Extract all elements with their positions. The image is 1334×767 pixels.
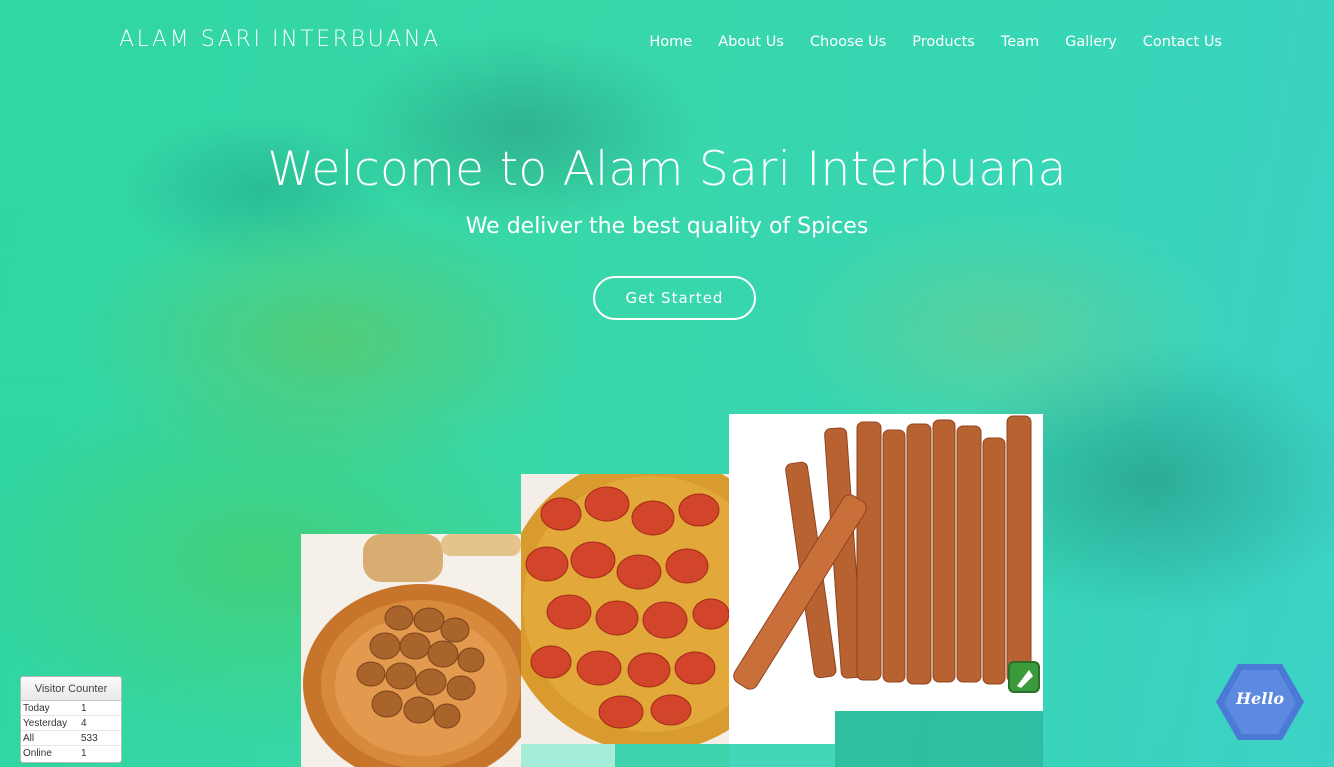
hello-label: Hello <box>1235 689 1285 708</box>
gallery-tile <box>835 711 1043 767</box>
hero-title: Welcome to Alam Sari Interbuana <box>267 142 1067 197</box>
visitor-counter-value: 1 <box>81 702 87 714</box>
nav-about-us[interactable]: About Us <box>718 34 784 50</box>
visitor-counter-row: All 533 <box>21 731 121 746</box>
mace-photo <box>521 474 729 744</box>
visitor-counter-widget: Visitor Counter Today 1 Yesterday 4 All … <box>20 676 122 763</box>
main-nav: Home About Us Choose Us Products Team Ga… <box>623 34 1222 50</box>
visitor-counter-row: Online 1 <box>21 746 121 761</box>
brand-logo-text[interactable]: ALAM SARI INTERBUANA <box>119 27 441 52</box>
nav-team[interactable]: Team <box>1001 34 1039 50</box>
gallery-tile <box>729 711 835 744</box>
visitor-counter-row: Today 1 <box>21 701 121 716</box>
nutmeg-photo <box>301 534 521 767</box>
visitor-counter-title: Visitor Counter <box>21 677 121 701</box>
gallery-tile <box>521 744 615 767</box>
get-started-button[interactable]: Get Started <box>593 276 756 320</box>
visitor-counter-row: Yesterday 4 <box>21 716 121 731</box>
visitor-counter-value: 533 <box>81 732 98 744</box>
gallery-tile <box>615 744 729 767</box>
nav-products[interactable]: Products <box>912 34 975 50</box>
visitor-counter-value: 1 <box>81 748 87 759</box>
visitor-counter-value: 4 <box>81 717 87 729</box>
gallery-tile <box>729 744 835 767</box>
hello-chat-button[interactable]: Hello <box>1216 662 1304 742</box>
visitor-counter-label: Yesterday <box>23 717 68 729</box>
visitor-counter-label: All <box>23 732 35 744</box>
visitor-counter-label: Today <box>23 702 50 714</box>
nav-contact-us[interactable]: Contact Us <box>1143 34 1222 50</box>
hero-subtitle: We deliver the best quality of Spices <box>465 214 869 239</box>
cinnamon-photo <box>729 414 1043 711</box>
nav-gallery[interactable]: Gallery <box>1065 34 1117 50</box>
visitor-counter-label: Online <box>23 748 52 759</box>
nav-home[interactable]: Home <box>649 34 692 50</box>
nav-choose-us[interactable]: Choose Us <box>810 34 886 50</box>
